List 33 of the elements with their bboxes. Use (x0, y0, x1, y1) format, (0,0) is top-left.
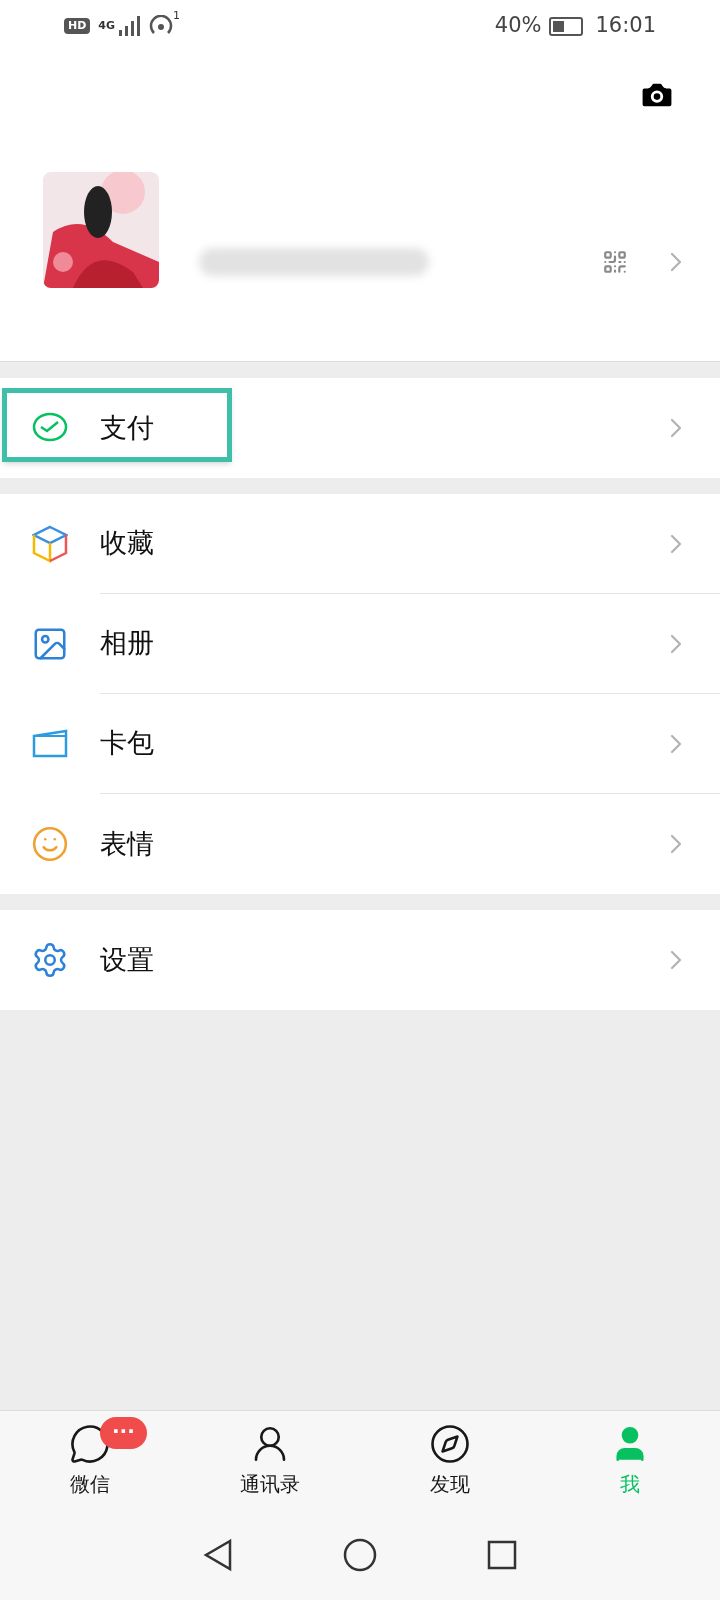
clock: 16:01 (595, 12, 656, 40)
battery-icon (549, 16, 584, 36)
menu-label: 表情 (100, 826, 154, 861)
menu-label: 收藏 (100, 526, 154, 561)
recents-icon[interactable] (487, 1540, 517, 1570)
hotspot-count: 1 (173, 8, 181, 24)
menu-label: 相册 (100, 626, 154, 661)
network-type: 4G (98, 17, 116, 34)
menu-item[interactable]: 相册 (0, 594, 720, 694)
cube-icon (32, 525, 68, 563)
menu-item[interactable]: 卡包 (0, 694, 720, 794)
menu-label: 支付 (100, 410, 154, 445)
image-icon (31, 625, 69, 663)
settings-icon (31, 941, 69, 979)
qr-code-icon[interactable] (602, 249, 628, 275)
tab[interactable]: 通讯录 (232, 1422, 308, 1499)
menu-label: 设置 (100, 942, 154, 977)
unread-badge: ··· (100, 1416, 147, 1449)
hd-badge: HD (64, 17, 91, 35)
menu-item[interactable]: 支付 (0, 378, 720, 478)
hotspot-icon (149, 15, 174, 37)
card-wallet-icon (31, 728, 69, 760)
back-icon[interactable] (203, 1538, 233, 1572)
menu-item[interactable]: 收藏 (0, 494, 720, 594)
menu-label: 卡包 (100, 726, 154, 761)
tab[interactable]: 发现 (421, 1422, 479, 1499)
compass-icon (429, 1422, 471, 1465)
menu-item[interactable]: 表情 (0, 794, 720, 894)
signal-icon (119, 16, 142, 36)
menu-item[interactable]: 设置 (0, 910, 720, 1010)
smiley-icon (31, 825, 69, 863)
battery-percent: 40% (494, 12, 542, 40)
home-icon[interactable] (343, 1538, 377, 1572)
